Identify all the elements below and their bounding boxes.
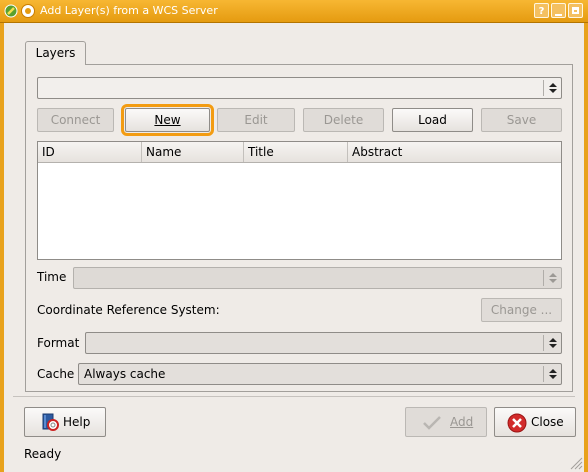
add-button[interactable]: Add [405,407,487,437]
help-label: Help [63,415,91,429]
help-icon[interactable]: ? [534,3,549,18]
change-crs-button[interactable]: Change ... [481,298,562,322]
combo-arrows-icon [543,335,559,351]
qgis-app-icon[interactable] [3,3,19,19]
cache-label: Cache [37,367,75,381]
cache-combo[interactable]: Always cache [78,363,562,385]
server-connections-combo[interactable] [37,77,562,99]
maximize-icon[interactable] [568,3,583,18]
title-bar: Add Layer(s) from a WCS Server ? [0,0,588,23]
close-label: Close [531,415,564,429]
column-header-name[interactable]: Name [142,142,244,162]
add-label: Add [450,415,474,429]
window-border-right [584,23,588,472]
combo-arrows-icon [543,366,559,382]
new-button[interactable]: New [121,104,214,136]
help-button[interactable]: Help [24,407,106,437]
separator [13,396,575,397]
close-button[interactable]: Close [494,407,576,437]
layer-table[interactable]: ID Name Title Abstract [37,141,562,260]
delete-button[interactable]: Delete [303,108,384,132]
tab-layers[interactable]: Layers [25,41,86,65]
format-label: Format [37,336,80,350]
status-text: Ready [24,447,62,461]
combo-arrows-icon [543,80,559,96]
window-menu-icon[interactable] [21,4,35,18]
time-combo[interactable] [73,267,562,289]
save-button[interactable]: Save [481,108,562,132]
checkmark-icon [423,416,441,430]
column-header-abstract[interactable]: Abstract [348,142,561,162]
time-label: Time [37,270,67,284]
minimize-icon[interactable] [551,3,566,18]
help-book-icon [42,413,59,431]
connect-button[interactable]: Connect [37,108,114,132]
window-title: Add Layer(s) from a WCS Server [40,4,218,17]
column-header-title[interactable]: Title [244,142,348,162]
column-header-id[interactable]: ID [38,142,142,162]
format-combo[interactable] [85,332,562,354]
crs-label: Coordinate Reference System: [37,303,220,317]
size-grip-icon[interactable] [569,456,583,470]
combo-arrows-icon [543,270,559,286]
table-header: ID Name Title Abstract [38,142,561,163]
cache-combo-value: Always cache [84,367,166,381]
edit-button[interactable]: Edit [217,108,295,132]
window-border-left [0,23,4,472]
close-x-icon [507,413,527,433]
load-button[interactable]: Load [392,108,473,132]
